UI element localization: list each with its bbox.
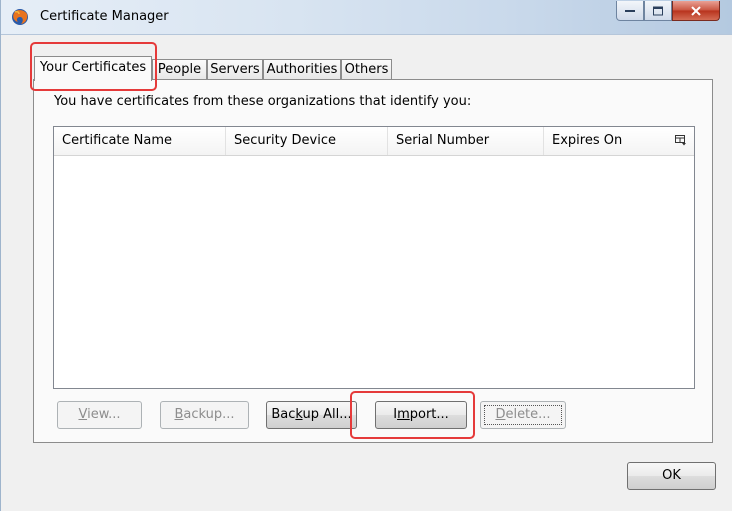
view-button[interactable]: View... <box>57 401 142 429</box>
column-serial-number[interactable]: Serial Number <box>388 127 544 155</box>
column-expires-on[interactable]: Expires On <box>544 127 670 155</box>
maximize-button[interactable] <box>644 1 672 21</box>
column-picker-button[interactable] <box>670 127 694 155</box>
close-icon <box>691 6 701 15</box>
backup-all-button-label-post: up All... <box>302 407 352 422</box>
certificate-tree[interactable]: Certificate Name Security Device Serial … <box>53 126 695 389</box>
ok-button[interactable]: OK <box>627 462 716 490</box>
tab-authorities[interactable]: Authorities <box>263 59 341 80</box>
certificate-manager-window: Certificate Manager Your Certificates Pe… <box>0 0 732 511</box>
close-button[interactable] <box>672 1 720 21</box>
tab-servers[interactable]: Servers <box>207 59 263 80</box>
backup-all-button-accesskey: k <box>295 407 303 422</box>
import-button-label-post: port... <box>409 407 449 422</box>
import-button[interactable]: Import... <box>375 401 467 429</box>
view-button-label-post: iew... <box>87 407 121 422</box>
firefox-icon <box>11 8 29 26</box>
column-certificate-name[interactable]: Certificate Name <box>54 127 226 155</box>
window-title: Certificate Manager <box>40 9 169 24</box>
view-button-accesskey: V <box>78 407 88 422</box>
import-button-accesskey: m <box>397 407 410 422</box>
backup-all-button-label-pre: Bac <box>271 407 296 422</box>
column-security-device[interactable]: Security Device <box>226 127 388 155</box>
focus-ring <box>484 405 562 425</box>
delete-button[interactable]: Delete... <box>480 401 566 429</box>
backup-all-button[interactable]: Backup All... <box>266 401 357 429</box>
minimize-icon <box>625 9 635 12</box>
tab-your-certificates[interactable]: Your Certificates <box>34 56 152 81</box>
tree-header: Certificate Name Security Device Serial … <box>54 127 694 156</box>
title-bar[interactable]: Certificate Manager <box>1 0 732 35</box>
backup-button-label-post: ackup... <box>183 407 235 422</box>
column-picker-icon <box>675 135 686 146</box>
tab-people[interactable]: People <box>152 59 207 80</box>
minimize-button[interactable] <box>616 1 644 21</box>
panel-description: You have certificates from these organiz… <box>54 94 472 109</box>
backup-button[interactable]: Backup... <box>160 401 249 429</box>
maximize-icon <box>653 6 663 15</box>
tab-others[interactable]: Others <box>341 59 392 80</box>
tab-panel-your-certificates: You have certificates from these organiz… <box>33 79 713 443</box>
